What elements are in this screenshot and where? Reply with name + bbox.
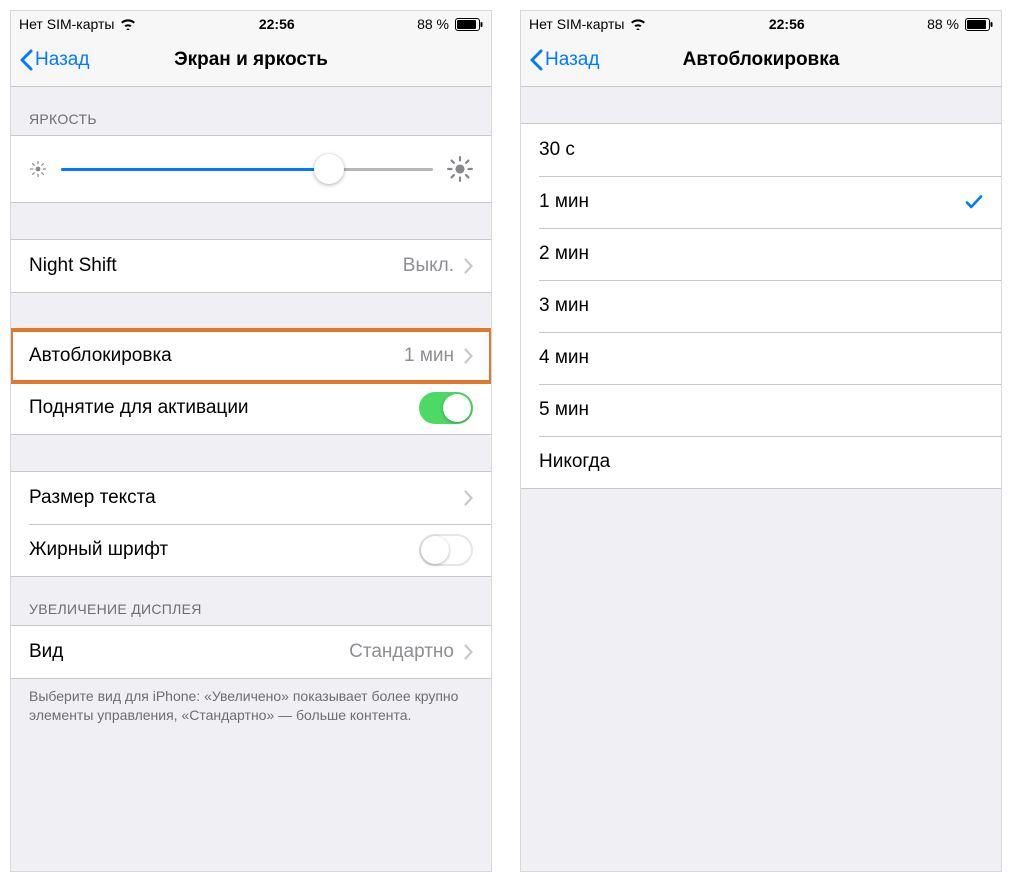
chevron-right-icon — [464, 348, 473, 364]
clock-text: 22:56 — [259, 16, 295, 32]
autolock-option[interactable]: 3 мин — [521, 280, 1001, 332]
wifi-icon — [120, 18, 136, 30]
status-bar: Нет SIM-карты 22:56 88 % — [521, 11, 1001, 33]
carrier-text: Нет SIM-карты — [19, 16, 114, 32]
option-label: Никогда — [539, 451, 983, 473]
autolock-option-group: 30 с 1 мин 2 мин 3 мин 4 мин 5 мин Никогда — [521, 123, 1001, 489]
cell-value: Стандартно — [349, 641, 454, 663]
sun-small-icon — [29, 160, 47, 178]
option-label: 30 с — [539, 139, 983, 161]
cell-label: Поднятие для активации — [29, 397, 419, 419]
autolock-option[interactable]: 2 мин — [521, 228, 1001, 280]
battery-pct-text: 88 % — [927, 16, 959, 32]
phone-left: Нет SIM-карты 22:56 88 % Назад Экран и я… — [10, 10, 492, 872]
wifi-icon — [630, 18, 646, 30]
bold-text-switch[interactable] — [419, 534, 473, 566]
back-label: Назад — [545, 49, 599, 71]
raise-to-wake-switch[interactable] — [419, 392, 473, 424]
night-shift-cell[interactable]: Night Shift Выкл. — [11, 240, 491, 292]
phone-right: Нет SIM-карты 22:56 88 % Назад Автоблоки… — [520, 10, 1002, 872]
autolock-option[interactable]: 5 мин — [521, 384, 1001, 436]
chevron-right-icon — [464, 644, 473, 660]
content-right: 30 с 1 мин 2 мин 3 мин 4 мин 5 мин Никогда — [521, 87, 1001, 871]
battery-icon — [455, 18, 483, 31]
chevron-right-icon — [464, 258, 473, 274]
autolock-option[interactable]: Никогда — [521, 436, 1001, 488]
battery-icon — [965, 18, 993, 31]
chevron-left-icon — [19, 49, 33, 71]
autolock-option[interactable]: 1 мин — [521, 176, 1001, 228]
cell-value: Выкл. — [403, 255, 454, 277]
display-zoom-footer: Выберите вид для iPhone: «Увеличено» пок… — [11, 679, 491, 743]
brightness-slider[interactable] — [61, 154, 433, 184]
content-left: ЯРКОСТЬ Night Shift Выкл. — [11, 87, 491, 871]
option-label: 5 мин — [539, 399, 983, 421]
display-zoom-header: УВЕЛИЧЕНИЕ ДИСПЛЕЯ — [11, 577, 491, 625]
back-label: Назад — [35, 49, 89, 71]
back-button[interactable]: Назад — [529, 49, 599, 71]
option-label: 1 мин — [539, 191, 965, 213]
cell-label: Автоблокировка — [29, 345, 404, 367]
checkmark-icon — [965, 194, 983, 210]
option-label: 2 мин — [539, 243, 983, 265]
text-size-cell[interactable]: Размер текста — [11, 472, 491, 524]
cell-label: Вид — [29, 641, 349, 663]
autolock-option[interactable]: 30 с — [521, 124, 1001, 176]
display-view-cell[interactable]: Вид Стандартно — [11, 626, 491, 678]
chevron-left-icon — [529, 49, 543, 71]
back-button[interactable]: Назад — [19, 49, 89, 71]
nav-bar: Назад Автоблокировка — [521, 33, 1001, 87]
clock-text: 22:56 — [769, 16, 805, 32]
battery-pct-text: 88 % — [417, 16, 449, 32]
sun-large-icon — [447, 156, 473, 182]
chevron-right-icon — [464, 490, 473, 506]
brightness-header: ЯРКОСТЬ — [11, 87, 491, 135]
option-label: 4 мин — [539, 347, 983, 369]
cell-value: 1 мин — [404, 345, 454, 367]
nav-bar: Назад Экран и яркость — [11, 33, 491, 87]
autolock-option[interactable]: 4 мин — [521, 332, 1001, 384]
status-bar: Нет SIM-карты 22:56 88 % — [11, 11, 491, 33]
bold-text-cell: Жирный шрифт — [11, 524, 491, 576]
cell-label: Размер текста — [29, 487, 464, 509]
brightness-slider-cell — [11, 136, 491, 202]
option-label: 3 мин — [539, 295, 983, 317]
cell-label: Night Shift — [29, 255, 403, 277]
cell-label: Жирный шрифт — [29, 539, 419, 561]
carrier-text: Нет SIM-карты — [529, 16, 624, 32]
autolock-cell[interactable]: Автоблокировка 1 мин — [11, 330, 491, 382]
raise-to-wake-cell: Поднятие для активации — [11, 382, 491, 434]
